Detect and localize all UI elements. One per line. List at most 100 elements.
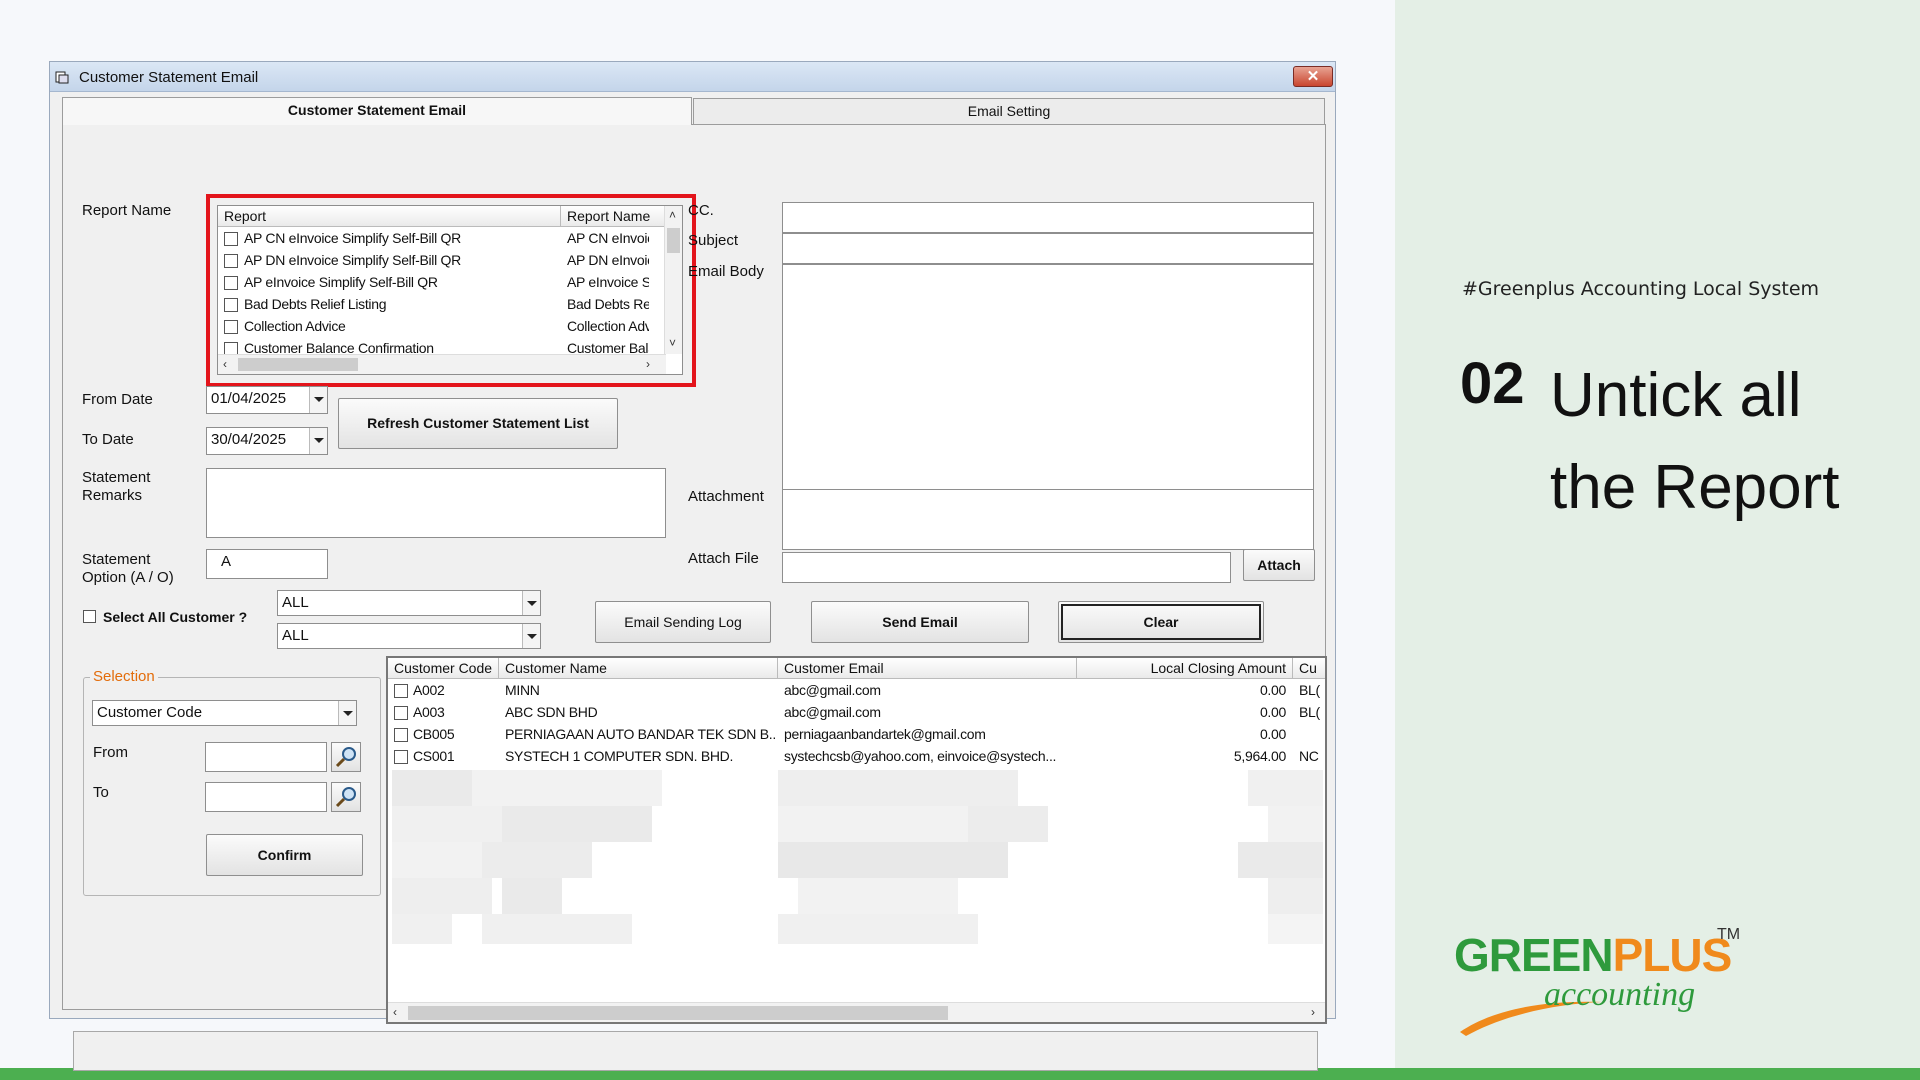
report-column-header[interactable]: Report — [218, 206, 561, 227]
list-item[interactable]: Bad Debts Relief Listing Bad Debts Re — [218, 294, 658, 316]
report-checkbox[interactable] — [224, 232, 238, 246]
selection-to-input[interactable] — [205, 782, 327, 812]
close-button[interactable]: ✕ — [1293, 66, 1333, 87]
scroll-thumb[interactable] — [408, 1006, 948, 1020]
customer-checkbox[interactable] — [394, 750, 408, 764]
statement-remarks-textarea[interactable] — [206, 468, 666, 538]
customer-statement-window: Customer Statement Email ✕ Email Setting… — [49, 61, 1336, 1071]
statement-remarks-label-line1: Statement — [82, 469, 151, 486]
report-list-vertical-scrollbar[interactable]: ˄ ˅ — [664, 206, 682, 354]
subject-input[interactable] — [782, 233, 1314, 264]
customer-grid-horizontal-scrollbar[interactable]: ‹ › — [388, 1002, 1325, 1022]
window-titlebar: Customer Statement Email ✕ — [50, 62, 1335, 92]
chevron-down-icon[interactable] — [522, 624, 540, 648]
chevron-down-icon[interactable]: ˅ — [669, 336, 676, 350]
chevron-left-icon[interactable]: ‹ — [223, 357, 227, 371]
table-row[interactable]: A003 ABC SDN BHD abc@gmail.com 0.00 BL( — [388, 702, 1325, 724]
scroll-thumb[interactable] — [667, 228, 680, 253]
step-number: 02 — [1460, 351, 1525, 416]
chevron-down-icon[interactable] — [309, 428, 327, 454]
table-row[interactable]: A002 MINN abc@gmail.com 0.00 BL( — [388, 680, 1325, 702]
attach-button[interactable]: Attach — [1243, 549, 1315, 581]
search-icon — [335, 747, 356, 768]
attachment-label: Attachment — [688, 488, 764, 505]
selection-from-input[interactable] — [205, 742, 327, 772]
slide-right-panel — [1395, 0, 1920, 1068]
selection-field-dropdown[interactable]: Customer Code — [92, 700, 357, 726]
list-item[interactable]: AP DN eInvoice Simplify Self-Bill QR AP D… — [218, 250, 658, 272]
selection-from-label: From — [93, 744, 128, 761]
list-item[interactable]: AP CN eInvoice Simplify Self-Bill QR AP C… — [218, 228, 658, 250]
refresh-statement-list-button[interactable]: Refresh Customer Statement List — [338, 398, 618, 449]
customer-code-column-header[interactable]: Customer Code — [388, 658, 499, 679]
list-item[interactable]: AP eInvoice Simplify Self-Bill QR AP eInv… — [218, 272, 658, 294]
from-date-picker[interactable]: 01/04/2025 — [206, 386, 328, 414]
attach-file-input[interactable] — [782, 552, 1231, 583]
email-body-textarea[interactable] — [782, 264, 1314, 491]
table-row[interactable]: CB005 PERNIAGAAN AUTO BANDAR TEK SDN B..… — [388, 724, 1325, 746]
tab-email-setting[interactable]: Email Setting — [693, 98, 1325, 124]
selection-legend: Selection — [90, 668, 158, 685]
statement-option-label-line2: Option (A / O) — [82, 569, 174, 586]
customer-email-column-header[interactable]: Customer Email — [778, 658, 1077, 679]
cc-label: CC. — [688, 202, 714, 219]
chevron-left-icon[interactable]: ‹ — [393, 1005, 397, 1019]
report-name-column-header[interactable]: Report Name — [561, 206, 666, 227]
cc-input[interactable] — [782, 202, 1314, 233]
tab-panel: Report Name Report Report Name AP CN eIn… — [62, 124, 1327, 1071]
window-title: Customer Statement Email — [79, 69, 259, 86]
customer-filter-dropdown-1[interactable]: ALL — [277, 590, 541, 616]
report-list-horizontal-scrollbar[interactable]: ‹ › — [218, 354, 666, 374]
chevron-right-icon[interactable]: › — [1311, 1005, 1315, 1019]
logo-wordmark: GREENPLUS — [1454, 929, 1732, 981]
send-email-button[interactable]: Send Email — [811, 601, 1029, 643]
customer-filter-dropdown-2[interactable]: ALL — [277, 623, 541, 649]
chevron-down-icon[interactable] — [522, 591, 540, 615]
customer-checkbox[interactable] — [394, 706, 408, 720]
report-checkbox[interactable] — [224, 320, 238, 334]
from-date-label: From Date — [82, 391, 153, 408]
to-date-picker[interactable]: 30/04/2025 — [206, 427, 328, 455]
statement-option-input[interactable]: A — [206, 549, 328, 579]
hashtag-text: #Greenplus Accounting Local System — [1462, 278, 1820, 300]
tab-customer-statement-email[interactable]: Customer Statement Email — [62, 97, 692, 125]
scroll-thumb[interactable] — [238, 358, 358, 371]
chevron-up-icon[interactable]: ˄ — [669, 208, 676, 222]
status-bar — [73, 1031, 1318, 1071]
report-checkbox[interactable] — [224, 276, 238, 290]
select-all-customer-label: Select All Customer ? — [103, 609, 248, 625]
selection-groupbox: Selection Customer Code From To Confirm — [83, 668, 381, 896]
customer-name-column-header[interactable]: Customer Name — [499, 658, 778, 679]
chevron-right-icon[interactable]: › — [646, 357, 650, 371]
customer-checkbox[interactable] — [394, 728, 408, 742]
currency-column-header[interactable]: Cu — [1293, 658, 1325, 679]
to-date-label: To Date — [82, 431, 134, 448]
app-icon — [55, 71, 69, 84]
customer-checkbox[interactable] — [394, 684, 408, 698]
chevron-down-icon[interactable] — [309, 387, 327, 413]
from-search-button[interactable] — [331, 742, 361, 772]
customer-grid[interactable]: Customer Code Customer Name Customer Ema… — [386, 656, 1327, 1024]
list-item[interactable]: Collection Advice Collection Adv — [218, 316, 658, 338]
email-sending-log-button[interactable]: Email Sending Log — [595, 601, 771, 643]
chevron-down-icon[interactable] — [338, 701, 356, 725]
subject-label: Subject — [688, 232, 739, 249]
email-body-label: Email Body — [688, 263, 764, 280]
table-row[interactable]: CS001 SYSTECH 1 COMPUTER SDN. BHD. syste… — [388, 746, 1325, 768]
step-title: Untick all the Report — [1550, 361, 1840, 522]
redacted-rows — [388, 770, 1325, 950]
report-name-label: Report Name — [82, 202, 172, 219]
confirm-button[interactable]: Confirm — [206, 834, 363, 876]
attach-file-label: Attach File — [688, 550, 759, 567]
greenplus-logo: GREENPLUS TM accounting — [1452, 926, 1752, 1038]
report-checkbox[interactable] — [224, 298, 238, 312]
search-icon — [335, 787, 356, 808]
logo-trademark: TM — [1717, 926, 1741, 943]
clear-button[interactable]: Clear — [1058, 601, 1264, 643]
report-list[interactable]: Report Report Name AP CN eInvoice Simpli… — [217, 205, 683, 375]
attachment-list[interactable] — [782, 489, 1314, 550]
to-search-button[interactable] — [331, 782, 361, 812]
local-closing-amount-column-header[interactable]: Local Closing Amount — [1077, 658, 1293, 679]
report-checkbox[interactable] — [224, 254, 238, 268]
select-all-customer-checkbox[interactable] — [83, 610, 96, 623]
